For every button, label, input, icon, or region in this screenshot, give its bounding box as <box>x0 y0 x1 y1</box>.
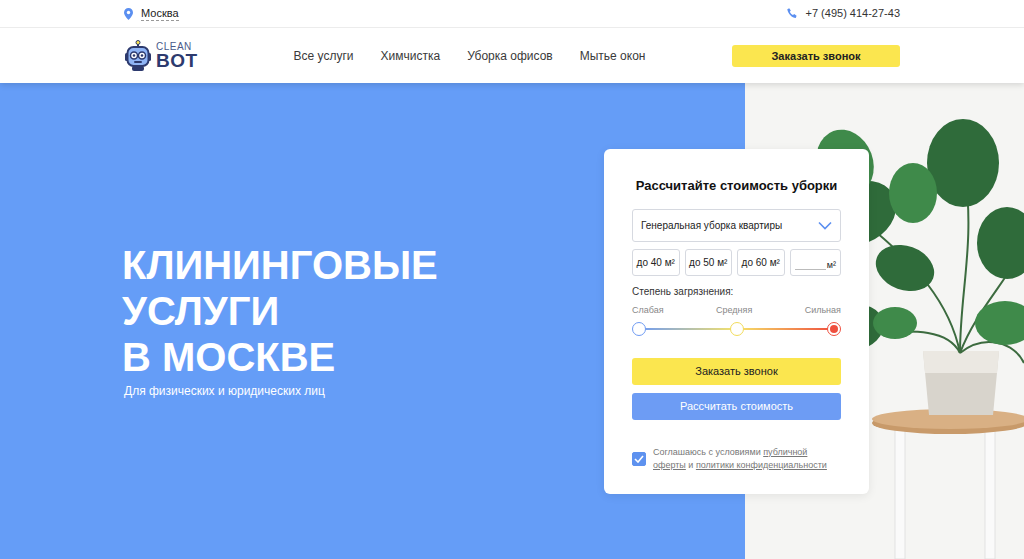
dirt-level-label: Сильная <box>805 305 841 316</box>
phone-number[interactable]: +7 (495) 414-27-43 <box>806 5 900 22</box>
logo[interactable]: CLEAN BOT <box>124 40 198 72</box>
agree-checkbox[interactable] <box>632 452 646 466</box>
nav-link[interactable]: Мытье окон <box>580 47 646 65</box>
nav-link[interactable]: Химчистка <box>381 47 441 65</box>
service-value[interactable]: Генеральная уборка квартиры <box>641 218 782 233</box>
logo-line: CLEAN <box>156 42 198 52</box>
hero-title-line: В МОСКВЕ <box>122 334 438 380</box>
phone-icon <box>787 8 798 19</box>
agreement-label: Соглашаюсь с условиями <box>653 447 761 457</box>
area-options: до 40 м²до 50 м²до 60 м² м² <box>632 249 841 276</box>
area-option[interactable]: до 60 м² <box>737 249 785 276</box>
check-icon <box>634 455 644 463</box>
area-option[interactable]: до 50 м² <box>685 249 733 276</box>
handle-state <box>635 325 643 333</box>
area-unit: м² <box>827 260 836 270</box>
slider-handle[interactable] <box>632 322 646 336</box>
call-button[interactable]: Заказать звонок <box>632 358 841 385</box>
agreement-text: Соглашаюсь с условиями публичной оферты … <box>653 446 841 472</box>
calculator-title: Рассчитайте стоимость уборки <box>632 177 841 195</box>
logo-text: CLEAN BOT <box>156 42 198 70</box>
hero-title-line: КЛИНИНГОВЫЕ <box>122 242 438 288</box>
calculate-button[interactable]: Рассчитать стоимость <box>632 393 841 420</box>
hero-title: КЛИНИНГОВЫЕУСЛУГИВ МОСКВЕ <box>122 242 438 380</box>
hero: КЛИНИНГОВЫЕУСЛУГИВ МОСКВЕ Для физических… <box>0 83 1024 559</box>
handle-state <box>830 325 838 333</box>
hero-title-line: УСЛУГИ <box>122 288 438 334</box>
city-selector[interactable]: Москва <box>124 7 179 21</box>
custom-area-field[interactable]: м² <box>790 249 842 276</box>
nav-link[interactable]: Уборка офисов <box>467 47 553 65</box>
navbar: CLEAN BOT Все услуги Химчистка Уборка офис… <box>124 28 900 83</box>
top-bar: Москва +7 (495) 414-27-43 <box>0 0 1024 28</box>
city[interactable]: Москва <box>141 7 179 21</box>
hero-subtitle: Для физических и юридических лиц <box>124 382 438 400</box>
agreement-conjunction: и <box>688 460 693 470</box>
dirt-level-label: Средняя <box>716 305 752 316</box>
slider-handle[interactable] <box>827 322 841 336</box>
agreement: Соглашаюсь с условиями публичной оферты … <box>632 446 841 472</box>
area-option[interactable]: до 40 м² <box>632 249 680 276</box>
main-menu: Все услуги Химчистка Уборка офисов Мытье ок… <box>294 47 646 65</box>
phone[interactable]: +7 (495) 414-27-43 <box>787 5 900 22</box>
service-select[interactable]: Генеральная уборка квартиры <box>632 209 841 242</box>
chevron-down-icon <box>818 221 832 230</box>
nav-link[interactable]: Все услуги <box>294 47 354 65</box>
privacy-link[interactable]: политики конфиденциальности <box>696 460 827 470</box>
calculator-card: Рассчитайте стоимость уборки Генеральная… <box>604 149 869 494</box>
logo-line: BOT <box>156 52 198 70</box>
callback-button[interactable]: Заказать звонок <box>732 45 900 67</box>
location-pin-icon <box>124 8 133 20</box>
handle-state <box>733 325 741 333</box>
custom-area-input[interactable] <box>795 258 826 270</box>
hero-text: КЛИНИНГОВЫЕУСЛУГИВ МОСКВЕ Для физических… <box>124 242 438 400</box>
dirt-level-label: Слабая <box>632 305 664 316</box>
dirt-level-labels: Слабая Средняя Сильная <box>632 305 841 316</box>
robot-logo-icon <box>124 40 152 72</box>
slider-handle[interactable] <box>730 322 744 336</box>
dirt-slider[interactable] <box>639 322 834 336</box>
header: Москва +7 (495) 414-27-43 <box>0 0 1024 83</box>
dirt-label: Степень загрязнения: <box>632 286 841 298</box>
